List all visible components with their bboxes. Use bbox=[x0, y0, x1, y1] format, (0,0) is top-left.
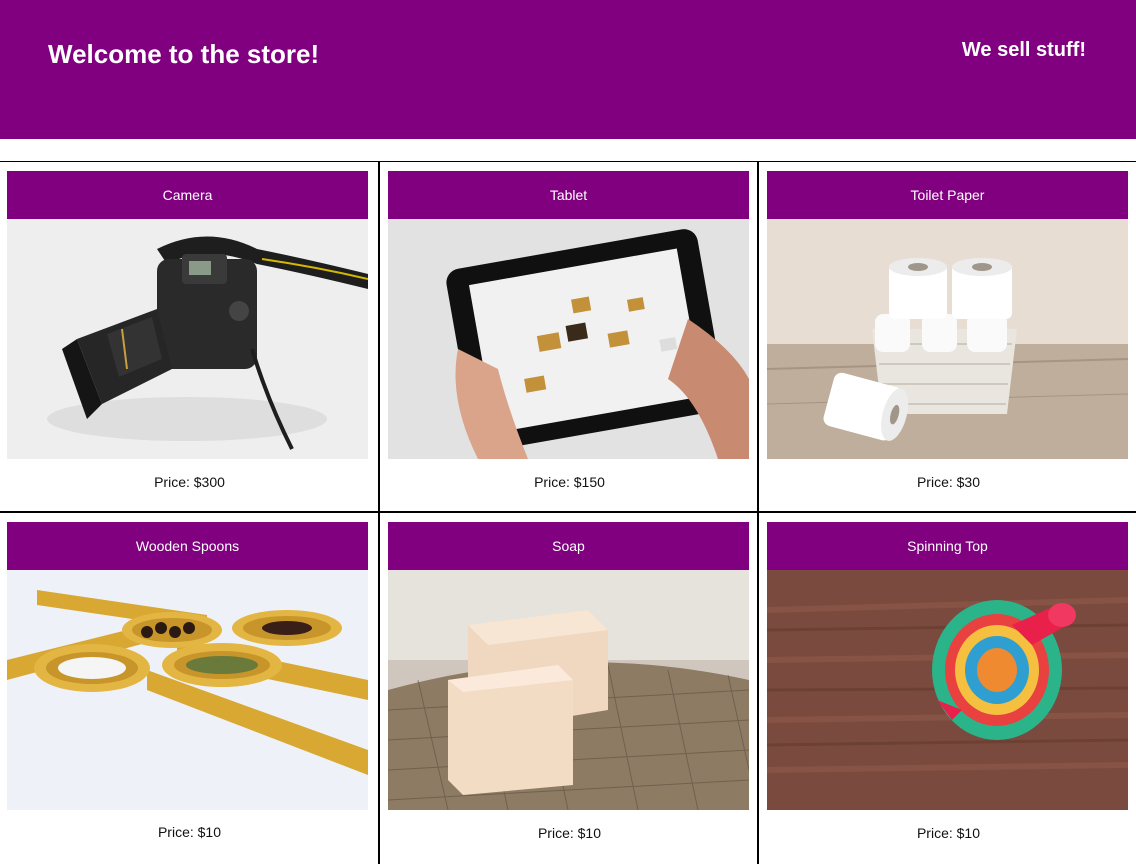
camera-image bbox=[7, 219, 368, 459]
soap-image bbox=[388, 570, 749, 810]
product-price: Price: $150 bbox=[534, 474, 605, 490]
product-name: Tablet bbox=[388, 171, 749, 219]
product-price: Price: $300 bbox=[154, 474, 225, 490]
store-tagline: We sell stuff! bbox=[961, 39, 1086, 61]
product-name: Soap bbox=[388, 522, 749, 570]
tablet-image bbox=[388, 219, 749, 459]
product-card-wooden-spoons[interactable]: Wooden Spoons Price: $10 bbox=[0, 513, 379, 864]
product-card-soap[interactable]: Soap Price: $10 bbox=[378, 513, 757, 864]
spinning-top-image bbox=[767, 570, 1128, 810]
product-card-spinning-top[interactable]: Spinning Top Price: $10 bbox=[757, 513, 1136, 864]
product-card-camera[interactable]: Camera Price: $300 bbox=[0, 162, 379, 513]
product-price: Price: $10 bbox=[157, 824, 222, 840]
store-header: Welcome to the store! We sell stuff! bbox=[0, 0, 1136, 139]
page-title: Welcome to the store! bbox=[48, 39, 320, 69]
product-grid: Camera Price: $300 Tablet Price: $150 To… bbox=[0, 161, 1136, 864]
wooden-spoons-image bbox=[7, 570, 368, 810]
product-name: Wooden Spoons bbox=[7, 522, 368, 570]
product-price: Price: $30 bbox=[916, 474, 981, 490]
product-name: Camera bbox=[7, 171, 368, 219]
product-name: Toilet Paper bbox=[767, 171, 1128, 219]
product-card-tablet[interactable]: Tablet Price: $150 bbox=[378, 162, 757, 513]
toilet-paper-image bbox=[767, 219, 1128, 459]
product-price: Price: $10 bbox=[916, 825, 981, 841]
product-card-toilet-paper[interactable]: Toilet Paper Price: $30 bbox=[757, 162, 1136, 513]
product-price: Price: $10 bbox=[537, 825, 602, 841]
product-name: Spinning Top bbox=[767, 522, 1128, 570]
